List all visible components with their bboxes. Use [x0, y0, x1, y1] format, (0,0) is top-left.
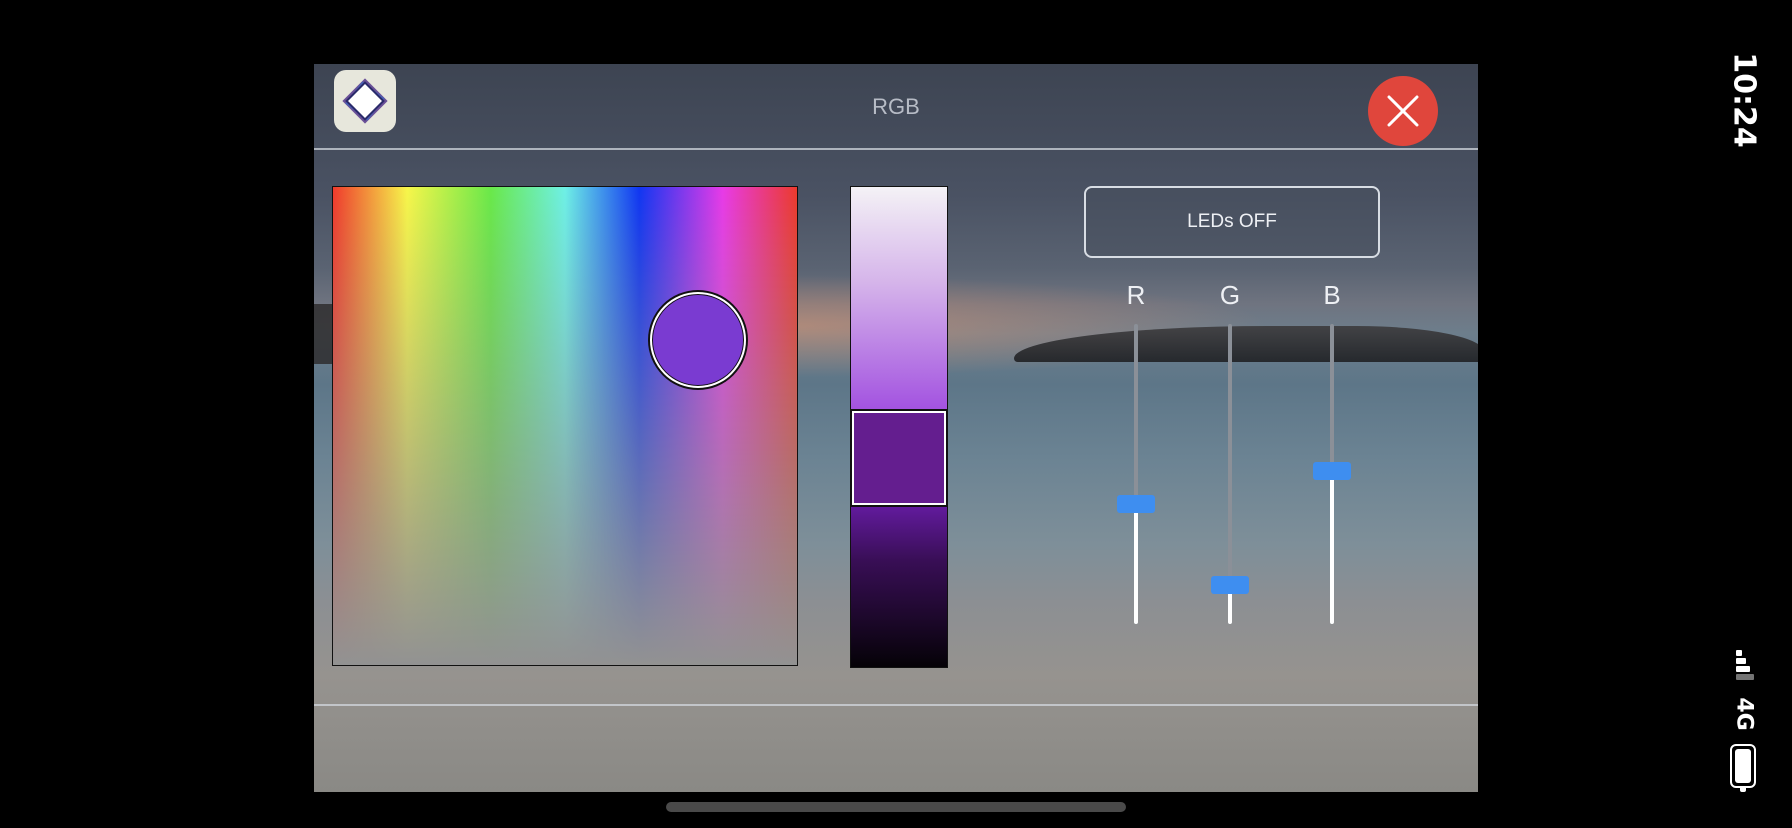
color-picker-handle[interactable]: [650, 292, 746, 388]
red-slider-fill: [1134, 504, 1138, 624]
header-divider: [314, 148, 1478, 150]
red-slider-thumb[interactable]: [1117, 495, 1155, 513]
close-button[interactable]: [1368, 76, 1438, 146]
blue-slider-label: B: [1323, 280, 1341, 310]
blue-slider-thumb[interactable]: [1313, 462, 1351, 480]
close-x-icon: [1387, 95, 1419, 127]
green-slider-label: G: [1219, 280, 1241, 310]
home-indicator[interactable]: [666, 802, 1126, 812]
page-title: RGB: [872, 94, 920, 119]
brightness-slider[interactable]: [850, 186, 948, 668]
color-picker-area[interactable]: [332, 186, 798, 666]
battery-icon: [1730, 744, 1756, 792]
brightness-handle[interactable]: [852, 411, 946, 505]
status-time-text: 10:24: [1726, 52, 1762, 148]
status-icons: 4G: [1722, 650, 1766, 796]
blue-slider-fill: [1330, 471, 1334, 624]
red-slider[interactable]: R: [1116, 280, 1156, 700]
green-slider-thumb[interactable]: [1211, 576, 1249, 594]
rgb-app-window: RGB LEDs OFF R G B: [314, 64, 1478, 792]
cellular-signal-icon: [1730, 650, 1758, 686]
footer-divider: [314, 704, 1478, 706]
red-slider-label: R: [1126, 280, 1146, 310]
green-slider[interactable]: G: [1210, 280, 1250, 700]
status-time: 10:24: [1716, 40, 1772, 160]
leds-toggle-button[interactable]: LEDs OFF: [1084, 186, 1380, 258]
network-type-label: 4G: [1731, 697, 1757, 731]
blue-slider[interactable]: B: [1312, 280, 1352, 700]
